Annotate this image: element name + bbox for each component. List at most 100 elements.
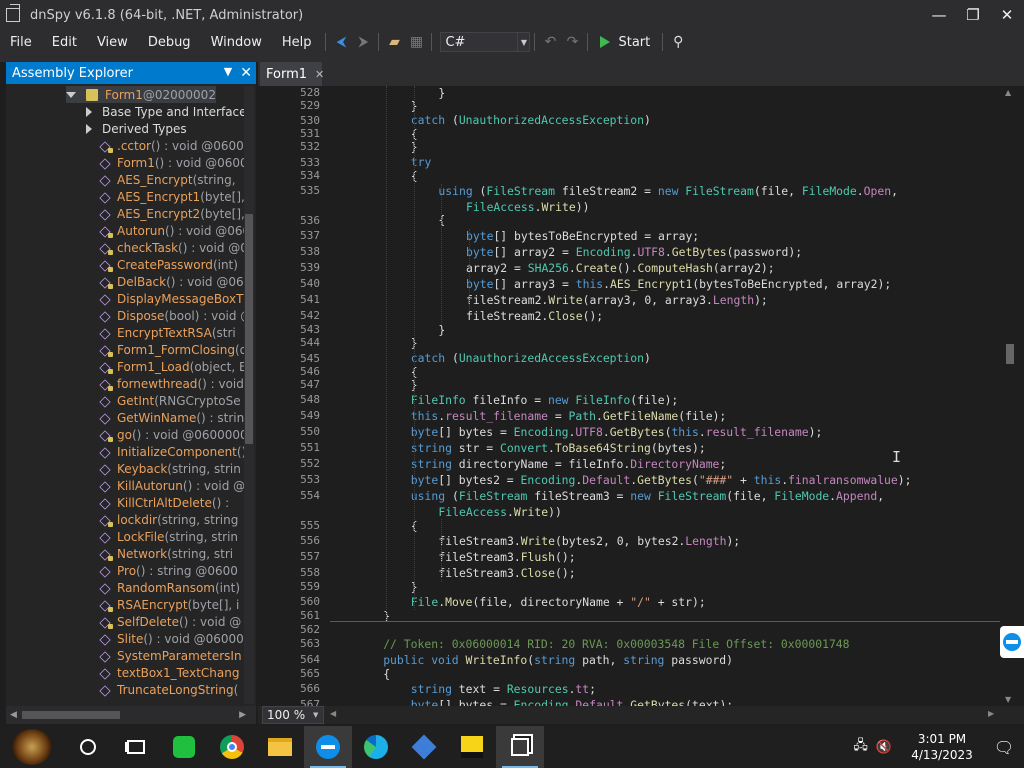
tree-node-member[interactable]: DisplayMessageBoxT [98, 290, 243, 307]
editor-vertical-scrollbar[interactable]: ▲ ▼ [1000, 86, 1020, 706]
code-line[interactable]: { [383, 667, 390, 682]
minimize-icon[interactable]: — [922, 0, 956, 30]
tree-node-member[interactable]: AES_Encrypt1 (byte[], [98, 188, 244, 205]
green-app-icon[interactable] [160, 726, 208, 768]
code-line[interactable]: catch (UnauthorizedAccessException) [411, 113, 651, 128]
code-line[interactable]: FileInfo fileInfo = new FileInfo(file); [411, 393, 679, 408]
tab-close-icon[interactable]: ✕ [315, 68, 324, 81]
notifications-icon[interactable]: 🗨 [984, 738, 1024, 757]
search-icon[interactable]: ⚲ [667, 31, 689, 53]
code-line[interactable]: } [438, 86, 445, 101]
code-line[interactable]: byte[] bytes = Encoding.Default.GetBytes… [411, 698, 733, 706]
tree-node-member[interactable]: RSAEncrypt (byte[], i [98, 596, 239, 613]
code-line[interactable]: byte[] array3 = this.AES_Encrypt1(bytesT… [466, 277, 891, 292]
code-line[interactable]: FileAccess.Write)) [438, 505, 561, 520]
process-hacker-icon[interactable] [400, 726, 448, 768]
chrome-icon[interactable] [208, 726, 256, 768]
redo-icon[interactable]: ↷ [561, 31, 583, 53]
tree-node-member[interactable]: Form1_FormClosing (o [98, 341, 244, 358]
expand-arrow-icon[interactable] [86, 123, 92, 134]
start-debug-button[interactable]: Start [600, 35, 650, 50]
maximize-icon[interactable]: ❐ [956, 0, 990, 30]
tree-node-member[interactable]: Form1_Load (object, E [98, 358, 244, 375]
explorer-vertical-scrollbar[interactable] [244, 86, 254, 704]
menu-file[interactable]: File [0, 35, 42, 50]
assembly-tree[interactable]: Form1 @02000002 Base Type and Interfaces D… [6, 86, 244, 704]
tree-node-member[interactable]: KillCtrlAltDelete() : [98, 494, 229, 511]
code-line[interactable]: byte[] bytes2 = Encoding.Default.GetByte… [411, 473, 912, 488]
zoom-select[interactable]: 100 % ▼ [262, 706, 324, 724]
tree-node-member[interactable]: InitializeComponent() [98, 443, 244, 460]
code-line[interactable]: fileStream3.Flush(); [438, 550, 575, 565]
explorer-horizontal-scrollbar[interactable]: ◀ ▶ [6, 706, 256, 724]
tree-node-member[interactable]: DelBack() : void @06 [98, 273, 244, 290]
code-line[interactable]: string text = Resources.tt; [411, 682, 596, 697]
code-line[interactable]: fileStream3.Write(bytes2, 0, bytes2.Leng… [438, 534, 740, 549]
code-line[interactable]: this.result_filename = Path.GetFileName(… [411, 409, 727, 424]
scroll-down-icon[interactable]: ▼ [1005, 695, 1011, 704]
tree-node-member[interactable]: fornewthread() : void [98, 375, 244, 392]
scroll-right-icon[interactable]: ▶ [239, 710, 246, 720]
chevron-down-icon[interactable]: ▼ [313, 711, 323, 719]
code-editor[interactable]: 528 529 530 531 532 533 534 535 536 537 538 539 540 5… [280, 86, 1000, 706]
tree-node-member[interactable]: checkTask() : void @0 [98, 239, 244, 256]
scroll-thumb[interactable] [1006, 344, 1014, 364]
tree-node-member[interactable]: Form1() : void @06000 [98, 154, 244, 171]
teamviewer-taskbar-icon[interactable] [304, 726, 352, 768]
tree-node-member[interactable]: lockdir (string, string [98, 511, 238, 528]
sticky-notes-icon[interactable] [448, 726, 496, 768]
dnspy-taskbar-icon[interactable] [496, 726, 544, 768]
cortana-icon[interactable] [64, 726, 112, 768]
back-icon[interactable]: ⮜ [330, 31, 352, 53]
tree-node-member[interactable]: textBox1_TextChang [98, 664, 239, 681]
tree-node-member[interactable]: Slite() : void @06000 [98, 630, 244, 647]
code-line[interactable]: byte[] array2 = Encoding.UTF8.GetBytes(p… [466, 245, 802, 260]
menu-edit[interactable]: Edit [42, 35, 87, 50]
file-explorer-icon[interactable] [256, 726, 304, 768]
scroll-left-icon[interactable]: ◀ [10, 710, 17, 720]
menu-debug[interactable]: Debug [138, 35, 201, 50]
tree-node-member[interactable]: Pro() : string @0600 [98, 562, 238, 579]
scroll-thumb[interactable] [22, 711, 120, 719]
volume-muted-icon[interactable]: 🔇 [876, 740, 892, 755]
open-folder-icon[interactable]: ▰ [383, 31, 405, 53]
code-view[interactable]: }} catch (UnauthorizedAccessException){} t… [320, 86, 1000, 706]
tree-node-member[interactable]: AES_Encrypt2 (byte[], [98, 205, 244, 222]
code-line[interactable]: catch (UnauthorizedAccessException) [411, 351, 651, 366]
start-menu-icon[interactable] [0, 726, 64, 768]
expand-arrow-icon[interactable] [66, 91, 76, 98]
code-line[interactable]: FileAccess.Write)) [466, 200, 589, 215]
code-line[interactable]: public void WriteInfo(string path, strin… [383, 653, 733, 668]
code-line[interactable]: fileStream3.Close(); [438, 566, 575, 581]
code-line[interactable]: using (FileStream fileStream2 = new File… [438, 184, 898, 199]
expand-arrow-icon[interactable] [86, 106, 92, 117]
tree-node-member[interactable]: SystemParametersIn [98, 647, 242, 664]
scroll-thumb[interactable] [245, 214, 253, 444]
code-line[interactable]: fileStream2.Write(array3, 0, array3.Leng… [466, 293, 768, 308]
panel-menu-icon[interactable]: ▼ [224, 65, 232, 81]
tree-node-member[interactable]: .cctor() : void @06000 [98, 137, 244, 154]
forward-icon[interactable]: ⮞ [352, 31, 374, 53]
tree-node-member[interactable]: Keyback (string, strin [98, 460, 241, 477]
tree-node-member[interactable]: LockFile (string, strin [98, 528, 238, 545]
code-line[interactable]: byte[] bytesToBeEncrypted = array; [466, 229, 699, 244]
tree-node-member[interactable]: RandomRansom(int) : [98, 579, 244, 596]
code-line[interactable]: string directoryName = fileInfo.Director… [411, 457, 726, 472]
teamviewer-badge[interactable] [1000, 626, 1024, 658]
code-line[interactable]: File.Move(file, directoryName + "/" + st… [411, 595, 706, 610]
tree-node-folder[interactable]: Base Type and Interfaces [86, 103, 244, 120]
menu-help[interactable]: Help [272, 35, 322, 50]
tree-node-member[interactable]: EncryptTextRSA (stri [98, 324, 236, 341]
code-line[interactable]: using (FileStream fileStream3 = new File… [411, 489, 884, 504]
tree-node-member[interactable]: AES_Encrypt (string, [98, 171, 236, 188]
menu-window[interactable]: Window [201, 35, 272, 50]
task-view-icon[interactable] [112, 726, 160, 768]
tree-node-member[interactable]: GetWinName() : strin [98, 409, 244, 426]
panel-close-icon[interactable]: ✕ [240, 65, 252, 81]
scroll-up-icon[interactable]: ▲ [1005, 88, 1011, 97]
tree-node-member[interactable]: KillAutorun() : void @ [98, 477, 244, 494]
code-line[interactable]: } [438, 323, 445, 338]
tree-node-member[interactable]: Network (string, stri [98, 545, 233, 562]
system-clock[interactable]: 3:01 PM 4/13/2023 [900, 731, 984, 763]
code-line[interactable]: array2 = SHA256.Create().ComputeHash(arr… [466, 261, 775, 276]
